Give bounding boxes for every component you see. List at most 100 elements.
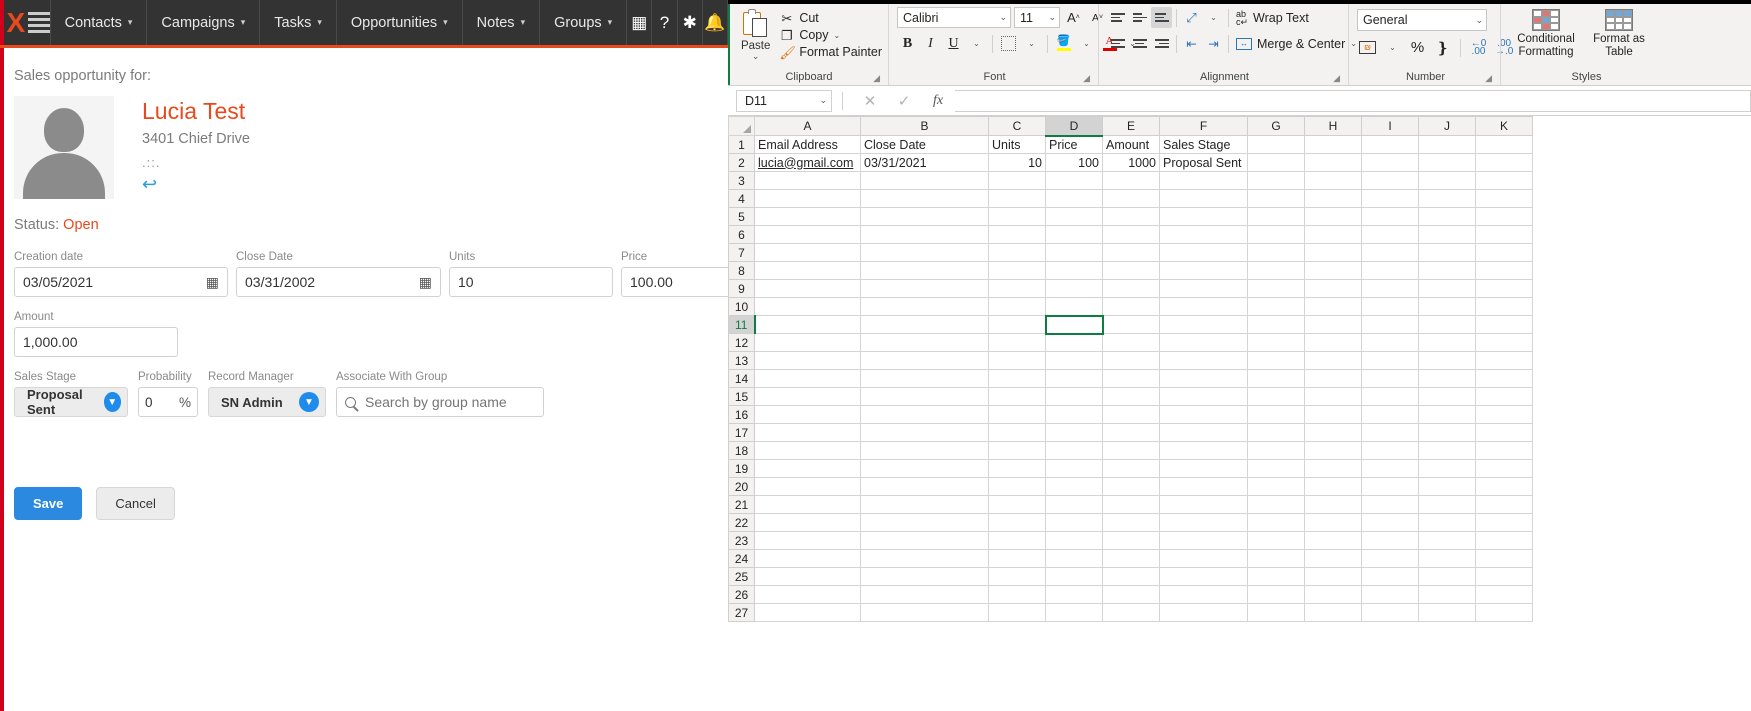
cell-A11[interactable] [755,316,861,334]
cell-C5[interactable] [989,208,1046,226]
cell-G18[interactable] [1248,442,1305,460]
cell-A7[interactable] [755,244,861,262]
cell-C19[interactable] [989,460,1046,478]
cell-F26[interactable] [1160,586,1248,604]
chevron-down-icon[interactable]: ⌄ [1382,37,1403,58]
cell-K15[interactable] [1476,388,1533,406]
cell-J18[interactable] [1419,442,1476,460]
help-icon[interactable]: ? [652,0,677,45]
cell-G15[interactable] [1248,388,1305,406]
cell-A18[interactable] [755,442,861,460]
cell-K21[interactable] [1476,496,1533,514]
cell-K1[interactable] [1476,136,1533,154]
cell-D14[interactable] [1046,370,1103,388]
cell-G14[interactable] [1248,370,1305,388]
cell-J21[interactable] [1419,496,1476,514]
cell-A6[interactable] [755,226,861,244]
confirm-formula-icon[interactable]: ✓ [887,92,921,110]
cell-H21[interactable] [1305,496,1362,514]
cell-K12[interactable] [1476,334,1533,352]
cell-E17[interactable] [1103,424,1160,442]
cell-K11[interactable] [1476,316,1533,334]
cell-A13[interactable] [755,352,861,370]
cell-J10[interactable] [1419,298,1476,316]
cell-F2[interactable]: Proposal Sent [1160,154,1248,172]
cancel-button[interactable]: Cancel [96,487,174,520]
bell-icon[interactable]: 🔔 [703,0,728,45]
cell-H15[interactable] [1305,388,1362,406]
cell-F17[interactable] [1160,424,1248,442]
cell-J12[interactable] [1419,334,1476,352]
cell-E26[interactable] [1103,586,1160,604]
number-format-combo[interactable]: General ⌄ [1357,9,1487,31]
row-header-5[interactable]: 5 [729,208,755,226]
chevron-down-icon[interactable]: ⌄ [1203,7,1224,28]
chevron-down-icon[interactable]: ⌄ [819,95,827,106]
cell-F7[interactable] [1160,244,1248,262]
cell-D21[interactable] [1046,496,1103,514]
row-header-6[interactable]: 6 [729,226,755,244]
font-size-combo[interactable]: 11 ⌄ [1014,7,1060,28]
hamburger-icon[interactable] [28,0,51,45]
cell-D15[interactable] [1046,388,1103,406]
formula-input[interactable] [955,90,1751,112]
cell-J1[interactable] [1419,136,1476,154]
cell-F8[interactable] [1160,262,1248,280]
group-search-input[interactable] [363,393,548,411]
row-header-15[interactable]: 15 [729,388,755,406]
drag-handle-icon[interactable]: .::. [142,155,250,170]
cell-J2[interactable] [1419,154,1476,172]
cell-D7[interactable] [1046,244,1103,262]
cell-F10[interactable] [1160,298,1248,316]
cell-A3[interactable] [755,172,861,190]
row-header-23[interactable]: 23 [729,532,755,550]
row-header-18[interactable]: 18 [729,442,755,460]
cell-C7[interactable] [989,244,1046,262]
cell-J24[interactable] [1419,550,1476,568]
cell-J27[interactable] [1419,604,1476,622]
cell-B3[interactable] [861,172,989,190]
cell-B11[interactable] [861,316,989,334]
row-header-2[interactable]: 2 [729,154,755,172]
cell-I20[interactable] [1362,478,1419,496]
cell-B17[interactable] [861,424,989,442]
brand-logo-icon[interactable]: X [0,0,28,45]
cell-F15[interactable] [1160,388,1248,406]
cell-B22[interactable] [861,514,989,532]
cell-A12[interactable] [755,334,861,352]
cell-F5[interactable] [1160,208,1248,226]
bottom-align-icon[interactable] [1151,7,1172,28]
cell-E23[interactable] [1103,532,1160,550]
cell-G22[interactable] [1248,514,1305,532]
column-header-H[interactable]: H [1305,117,1362,136]
cell-H6[interactable] [1305,226,1362,244]
cell-G26[interactable] [1248,586,1305,604]
column-header-B[interactable]: B [861,117,989,136]
save-button[interactable]: Save [14,487,82,520]
cell-B10[interactable] [861,298,989,316]
cell-D2[interactable]: 100 [1046,154,1103,172]
cell-B18[interactable] [861,442,989,460]
cell-F22[interactable] [1160,514,1248,532]
cell-J26[interactable] [1419,586,1476,604]
cell-A8[interactable] [755,262,861,280]
cell-F20[interactable] [1160,478,1248,496]
cell-D4[interactable] [1046,190,1103,208]
row-header-3[interactable]: 3 [729,172,755,190]
cell-I12[interactable] [1362,334,1419,352]
cell-K6[interactable] [1476,226,1533,244]
decrease-indent-icon[interactable]: ⇤ [1181,33,1202,54]
cell-A10[interactable] [755,298,861,316]
cell-I8[interactable] [1362,262,1419,280]
cell-J23[interactable] [1419,532,1476,550]
cell-K24[interactable] [1476,550,1533,568]
cell-C20[interactable] [989,478,1046,496]
cell-C18[interactable] [989,442,1046,460]
cell-H20[interactable] [1305,478,1362,496]
cell-H4[interactable] [1305,190,1362,208]
cell-H23[interactable] [1305,532,1362,550]
cell-A4[interactable] [755,190,861,208]
cell-C22[interactable] [989,514,1046,532]
cell-B15[interactable] [861,388,989,406]
borders-icon[interactable] [998,33,1019,54]
